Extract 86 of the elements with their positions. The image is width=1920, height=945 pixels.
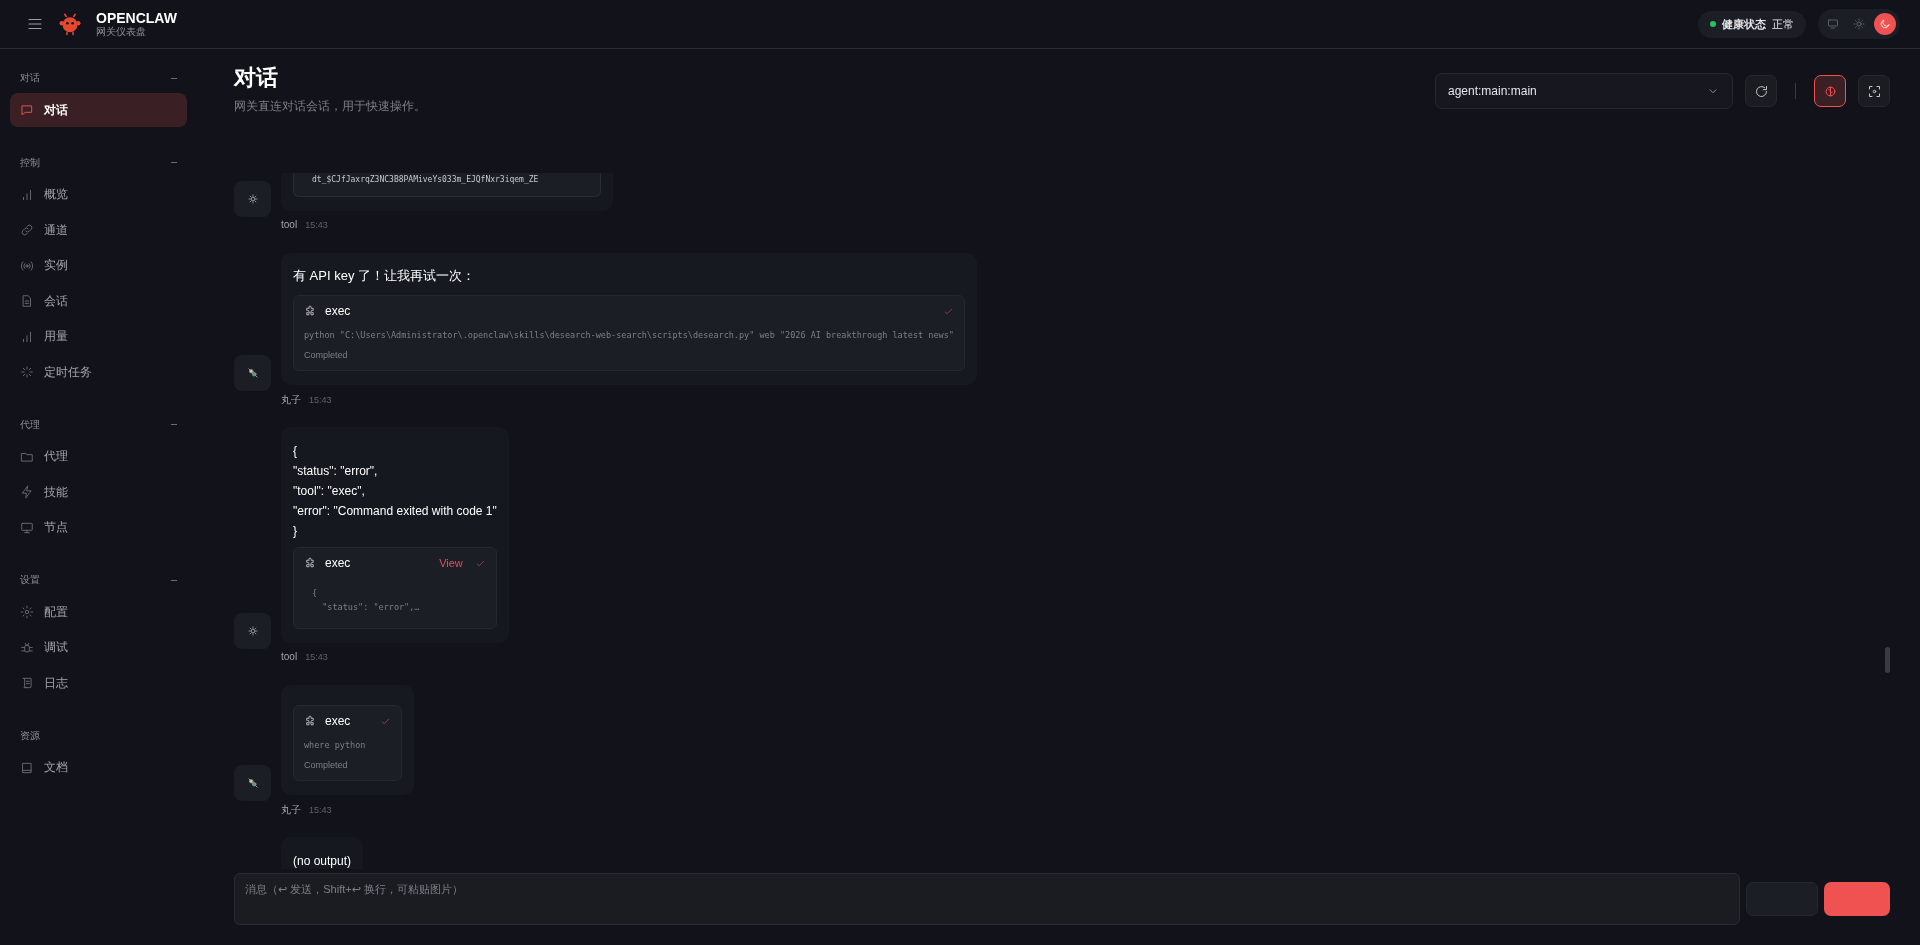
focus-frame-icon — [1866, 83, 1882, 99]
message-time: 15:43 — [305, 652, 328, 662]
message-text: } — [293, 523, 298, 540]
message-time: 15:43 — [305, 220, 328, 230]
puzzle-icon — [304, 714, 317, 728]
focus-mode-button[interactable] — [1858, 75, 1890, 107]
tool-name: exec — [325, 556, 351, 570]
nav-group-title: 对话 — [20, 71, 40, 85]
monitor-icon — [20, 520, 34, 535]
app-name: OPENCLAW — [96, 10, 177, 26]
message-text: "status": "error", — [293, 463, 379, 480]
status-text: Completed — [304, 760, 349, 770]
scroll-icon — [20, 676, 34, 690]
nav-item[interactable]: 通道 — [10, 213, 187, 247]
sender-name: 丸子 — [281, 393, 301, 407]
monitor-icon — [1827, 18, 1839, 30]
link-icon — [20, 223, 34, 237]
sender-name: tool — [281, 651, 298, 662]
nav-group-title: 控制 — [20, 155, 40, 170]
app-subtitle: 网关仪表盘 — [96, 26, 147, 38]
nav-item[interactable]: 调试 — [10, 630, 187, 665]
skewer-icon — [245, 776, 260, 790]
code-block: dt_$CJfJaxrqZ3NC3B8PAMiveYs033m_EJQfNxr3iqem_ZE — [293, 173, 601, 197]
bar-chart-icon — [20, 187, 34, 202]
command-text: python "C:\Users\Administrator\.openclaw\skills\desearch-web-search\scripts\desearch.py" web "2026 AI breakthrough latest news" — [304, 330, 954, 340]
moon-icon — [1879, 18, 1891, 30]
nav-item[interactable]: 技能 — [10, 475, 187, 509]
nav-item[interactable]: 日志 — [10, 666, 187, 700]
page-subtitle: 网关直连对话会话，用于快速操作。 — [234, 98, 426, 115]
bar-chart-icon — [20, 329, 34, 344]
output-preview-line: { — [312, 587, 319, 600]
settings-icon — [20, 605, 34, 619]
nav-item[interactable]: 配置 — [10, 595, 187, 629]
command-text: where python — [304, 740, 367, 750]
message-text: "tool": "exec", — [293, 483, 366, 500]
nav-item[interactable]: 对话 — [10, 93, 187, 127]
brain-icon — [1822, 83, 1838, 99]
nav-item[interactable]: 定时任务 — [10, 355, 187, 389]
nav-item[interactable]: 实例 — [10, 248, 187, 283]
tool-name: exec — [325, 714, 351, 728]
broadcast-icon — [20, 258, 34, 273]
page-title: 对话 — [234, 64, 279, 92]
status-text: Completed — [304, 350, 349, 360]
sender-name: 丸子 — [281, 803, 301, 817]
send-button[interactable] — [1824, 882, 1890, 916]
message-text: "error": "Command exited with code 1" — [293, 503, 497, 520]
chat-bubble-icon — [20, 103, 34, 117]
message-input[interactable]: 消息（↩ 发送，Shift+↩ 换行，可粘贴图片） — [234, 873, 1740, 925]
sun-icon — [1853, 18, 1865, 30]
brain-toggle-button[interactable] — [1814, 75, 1846, 107]
sender-name: tool — [281, 219, 298, 230]
view-link[interactable]: View — [439, 557, 463, 569]
nav-item[interactable]: 用量 — [10, 319, 187, 354]
puzzle-icon — [304, 304, 317, 318]
message-text: 有 API key 了！让我再试一次： — [293, 267, 477, 285]
loader-icon — [20, 365, 34, 379]
session-select[interactable]: agent:main:main — [1435, 73, 1733, 109]
nav-item[interactable]: 代理 — [10, 439, 187, 474]
nav-item[interactable]: 概览 — [10, 177, 187, 212]
nav-group-title: 资源 — [20, 728, 40, 743]
message-time: 15:43 — [309, 805, 332, 815]
gear-icon — [245, 192, 260, 206]
theme-button[interactable] — [1874, 13, 1896, 35]
nav-item[interactable]: 会话 — [10, 284, 187, 318]
message-text: { — [293, 443, 298, 460]
message-time: 15:43 — [309, 395, 332, 405]
output-preview-line: "status": "error",… — [321, 601, 421, 614]
refresh-icon — [1753, 83, 1769, 99]
nav-item[interactable]: 文档 — [10, 750, 187, 785]
tool-name: exec — [325, 304, 351, 318]
document-icon — [20, 294, 34, 308]
nav-group-title: 设置 — [20, 573, 40, 587]
nav-group-title: 代理 — [20, 417, 40, 432]
nav-item[interactable]: 节点 — [10, 510, 187, 545]
message-text: (no output) — [293, 853, 352, 869]
gear-icon — [245, 624, 260, 638]
health-label: 健康状态 — [1722, 16, 1766, 32]
puzzle-icon — [304, 556, 317, 570]
refresh-button[interactable] — [1745, 75, 1777, 107]
skewer-icon — [245, 366, 260, 380]
lightning-icon — [20, 485, 34, 499]
scrollbar-thumb[interactable] — [1885, 647, 1890, 673]
health-value: 正常 — [1772, 16, 1794, 32]
bug-icon — [20, 640, 34, 655]
robot-logo-icon — [58, 12, 82, 36]
book-icon — [20, 760, 34, 775]
